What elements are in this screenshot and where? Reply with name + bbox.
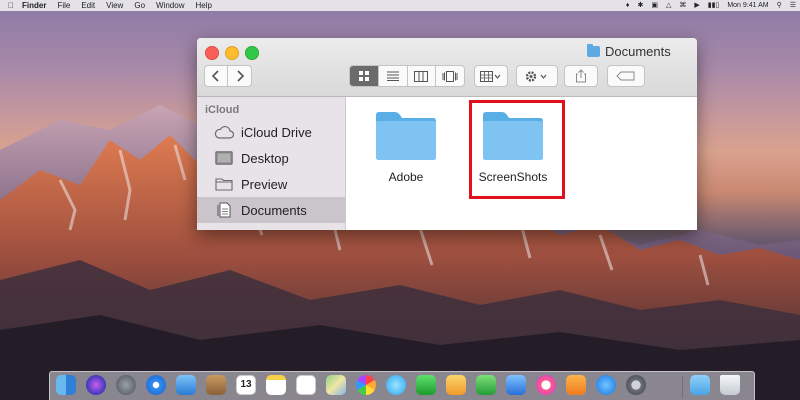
volume-icon[interactable]: ▶ xyxy=(694,0,699,11)
downloads-folder-icon[interactable] xyxy=(690,375,710,395)
spotlight-icon[interactable]: ⚲ xyxy=(777,0,782,11)
grid-icon xyxy=(358,71,369,81)
calendar-icon[interactable]: 13 xyxy=(236,375,256,395)
back-button[interactable] xyxy=(204,65,228,87)
minimize-window-button[interactable] xyxy=(225,46,239,60)
contacts-icon[interactable] xyxy=(206,375,226,395)
bluetooth-icon[interactable]: ✱ xyxy=(637,0,643,11)
cover-flow-view-button[interactable] xyxy=(436,66,464,86)
action-button[interactable] xyxy=(516,65,558,87)
tag-button[interactable] xyxy=(607,65,645,87)
numbers-icon[interactable] xyxy=(476,375,496,395)
desktop-icon xyxy=(213,151,235,165)
folder-icon xyxy=(376,112,436,160)
dropbox-icon[interactable]: ♦ xyxy=(626,0,630,11)
folder-item-adobe[interactable]: Adobe xyxy=(361,111,451,184)
menu-view[interactable]: View xyxy=(106,0,123,11)
folder-name: Adobe xyxy=(388,170,424,184)
app-store-icon[interactable] xyxy=(596,375,616,395)
list-icon xyxy=(386,71,399,81)
reminders-icon[interactable] xyxy=(296,375,316,395)
folder-icon xyxy=(587,44,600,57)
facetime-icon[interactable] xyxy=(416,375,436,395)
list-view-button[interactable] xyxy=(379,66,408,86)
mail-icon[interactable] xyxy=(176,375,196,395)
sidebar-item-preview[interactable]: Preview xyxy=(197,171,345,197)
messages-icon[interactable] xyxy=(386,375,406,395)
system-preferences-icon[interactable] xyxy=(626,375,646,395)
menu-window[interactable]: Window xyxy=(156,0,184,11)
arrange-grid-icon xyxy=(480,70,501,82)
sidebar-item-label: Documents xyxy=(241,202,307,218)
ibooks-icon[interactable] xyxy=(566,375,586,395)
calendar-day: 13 xyxy=(240,379,252,390)
window-title-text: Documents xyxy=(605,44,671,59)
sidebar-item-label: Preview xyxy=(241,176,288,192)
safari-icon[interactable] xyxy=(146,375,166,395)
menu-finder[interactable]: Finder xyxy=(22,0,46,11)
wifi-icon[interactable]: ⌘ xyxy=(679,0,686,11)
chevron-right-icon xyxy=(236,70,244,82)
share-button[interactable] xyxy=(564,65,598,87)
finder-toolbar: Documents xyxy=(197,38,697,97)
menu-clock[interactable]: Mon 9:41 AM xyxy=(727,0,768,11)
sidebar-item-label: Desktop xyxy=(241,150,289,166)
window-title: Documents xyxy=(587,44,671,59)
highlight-rectangle xyxy=(469,100,565,199)
chevron-left-icon xyxy=(211,70,219,82)
battery-icon[interactable]: ▮▮▯ xyxy=(708,0,720,11)
display-icon[interactable]: ▣ xyxy=(651,0,658,11)
finder-icon[interactable] xyxy=(56,375,76,395)
close-window-button[interactable] xyxy=(205,46,219,60)
menu-go[interactable]: Go xyxy=(134,0,145,11)
menu-file[interactable]: File xyxy=(57,0,70,11)
maps-icon[interactable] xyxy=(326,375,346,395)
icon-view-button[interactable] xyxy=(350,66,379,86)
share-icon xyxy=(576,69,586,83)
forward-button[interactable] xyxy=(227,65,252,87)
zoom-window-button[interactable] xyxy=(245,46,259,60)
sidebar-item-label: iCloud Drive xyxy=(241,124,312,140)
folder-icon xyxy=(213,177,235,191)
photos-icon[interactable] xyxy=(356,375,376,395)
cloud-icon xyxy=(213,125,235,139)
airplay-icon[interactable]: △ xyxy=(666,0,671,11)
apple-logo-icon[interactable]:  xyxy=(0,0,22,11)
keynote-icon[interactable] xyxy=(506,375,526,395)
view-mode-selector xyxy=(349,65,465,87)
itunes-icon[interactable] xyxy=(536,375,556,395)
arrange-button[interactable] xyxy=(474,65,508,87)
menu-edit[interactable]: Edit xyxy=(81,0,95,11)
sidebar-item-documents[interactable]: Documents xyxy=(197,197,345,223)
columns-icon xyxy=(414,70,429,82)
cover-flow-icon xyxy=(442,70,458,82)
sidebar-item-icloud-drive[interactable]: iCloud Drive xyxy=(197,119,345,145)
finder-window: Documents iCloud iCloud Drive Desktop Pr… xyxy=(197,38,697,230)
documents-icon xyxy=(213,202,235,218)
menu-help[interactable]: Help xyxy=(195,0,211,11)
notification-center-icon[interactable]: ☰ xyxy=(790,0,796,11)
trash-icon[interactable] xyxy=(720,375,740,395)
finder-sidebar: iCloud iCloud Drive Desktop Preview Docu… xyxy=(197,97,346,230)
tag-icon xyxy=(616,71,635,81)
notes-icon[interactable] xyxy=(266,375,286,395)
menu-bar:  Finder File Edit View Go Window Help ♦… xyxy=(0,0,800,11)
siri-icon[interactable] xyxy=(86,375,106,395)
dock: 13 xyxy=(49,371,755,400)
column-view-button[interactable] xyxy=(408,66,437,86)
dock-separator xyxy=(682,376,683,398)
gear-icon xyxy=(525,70,547,82)
launchpad-icon[interactable] xyxy=(116,375,136,395)
pages-icon[interactable] xyxy=(446,375,466,395)
sidebar-section-icloud: iCloud xyxy=(205,104,240,116)
sidebar-item-desktop[interactable]: Desktop xyxy=(197,145,345,171)
